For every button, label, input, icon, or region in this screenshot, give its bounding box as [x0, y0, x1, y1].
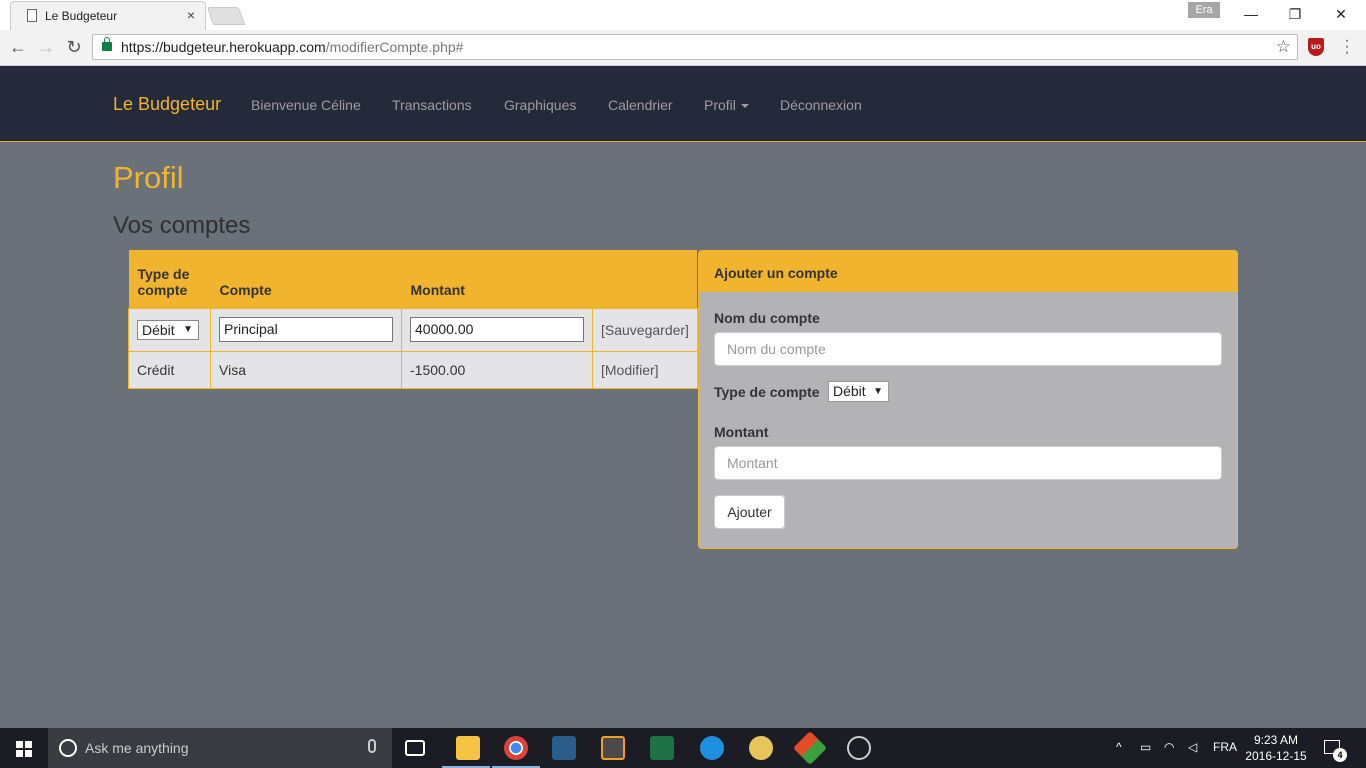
cell-name: Visa [210, 350, 402, 389]
paint-icon[interactable] [749, 736, 773, 760]
start-button[interactable] [0, 728, 48, 768]
account-name-field[interactable]: Nom du compte [714, 332, 1222, 366]
amount-label: Montant [714, 424, 769, 440]
cell-type: Débit ▼ [128, 307, 211, 352]
system-clock[interactable]: 9:23 AM 2016-12-15 [1244, 732, 1308, 764]
browser-tab[interactable]: Le Budgeteur × [10, 1, 206, 30]
chrome-icon[interactable] [504, 736, 528, 760]
amount-field[interactable]: Montant [714, 446, 1222, 480]
new-tab-button[interactable] [206, 7, 246, 25]
header-type: Type de compte [128, 250, 211, 308]
cell-action: [Modifier] [592, 350, 698, 389]
browser-toolbar: ← → ↻ https://budgeteur.herokuapp.com/mo… [0, 30, 1366, 66]
cell-action: [Sauvegarder] [592, 307, 698, 352]
git-icon[interactable] [793, 731, 827, 765]
new-account-type-select[interactable]: Débit ▼ [828, 381, 889, 402]
dropdown-arrow-icon: ▼ [183, 323, 193, 335]
restore-button[interactable]: ❐ [1272, 4, 1318, 26]
tab-close-icon[interactable]: × [187, 7, 195, 23]
browser-tab-bar: Le Budgeteur × Era — ❐ ✕ [0, 0, 1366, 30]
search-placeholder: Ask me anything [85, 740, 189, 756]
wifi-icon[interactable]: ◠ [1164, 740, 1174, 754]
profile-badge[interactable]: Era [1188, 2, 1220, 18]
back-arrow-icon[interactable]: ← [8, 38, 28, 56]
address-bar[interactable]: https://budgeteur.herokuapp.com/modifier… [92, 34, 1298, 60]
page-title: Profil [113, 160, 184, 195]
file-explorer-icon[interactable] [456, 736, 480, 760]
sublime-text-icon[interactable] [601, 736, 625, 760]
cell-name: Principal [210, 307, 402, 352]
cortana-search-box[interactable]: Ask me anything [48, 728, 392, 768]
type-label: Type de compte [714, 384, 820, 400]
lock-icon [102, 37, 112, 51]
clock-date: 2016-12-15 [1245, 749, 1307, 763]
clock-time: 9:23 AM [1253, 733, 1299, 747]
nav-welcome[interactable]: Bienvenue Céline [251, 97, 361, 113]
header-compte: Compte [210, 250, 402, 308]
battery-icon[interactable]: ▭ [1140, 740, 1151, 754]
edit-link[interactable]: [Modifier] [601, 362, 659, 378]
dropdown-arrow-icon: ▼ [873, 386, 883, 397]
panel-heading: Ajouter un compte [699, 251, 1237, 292]
site-navbar: Le Budgeteur Bienvenue Céline Transactio… [0, 66, 1366, 142]
ublock-extension-icon[interactable]: uo [1308, 38, 1324, 56]
cell-amount: 40000.00 [401, 307, 593, 352]
browser-menu-icon[interactable]: · · · [1342, 33, 1352, 61]
windows-taskbar: Ask me anything ^ ▭ ◠ ◁ FRA 9:23 AM 2016… [0, 728, 1366, 768]
accounts-table: Type de compte Compte Montant Débit ▼ Pri… [128, 250, 698, 389]
task-view-icon[interactable] [405, 740, 425, 756]
account-type-select[interactable]: Débit ▼ [137, 319, 199, 340]
mysql-workbench-icon[interactable] [552, 736, 576, 760]
account-name-input[interactable]: Principal [219, 317, 393, 342]
language-indicator[interactable]: FRA [1213, 740, 1237, 754]
notification-count-badge: 4 [1333, 748, 1347, 762]
cell-type: Crédit [128, 350, 211, 389]
microphone-icon[interactable] [368, 739, 376, 753]
obs-icon[interactable] [847, 736, 871, 760]
bookmark-star-icon[interactable]: ☆ [1276, 37, 1291, 57]
url-text: https://budgeteur.herokuapp.com/modifier… [121, 39, 464, 55]
add-account-panel: Ajouter un compte Nom du compte Nom du c… [698, 250, 1238, 549]
cell-amount: -1500.00 [401, 350, 593, 389]
tab-title: Le Budgeteur [45, 9, 118, 23]
name-label: Nom du compte [714, 310, 820, 326]
edge-icon[interactable] [700, 736, 724, 760]
caret-down-icon [740, 104, 749, 109]
chevron-up-icon[interactable]: ^ [1116, 740, 1122, 754]
nav-deconnexion[interactable]: Déconnexion [780, 97, 862, 113]
minimize-button[interactable]: — [1228, 4, 1274, 26]
volume-icon[interactable]: ◁ [1188, 740, 1197, 754]
brand-link[interactable]: Le Budgeteur [113, 94, 221, 115]
reload-icon[interactable]: ↻ [64, 38, 84, 56]
section-title: Vos comptes [113, 212, 251, 239]
nav-calendrier[interactable]: Calendrier [608, 97, 673, 113]
forward-arrow-icon[interactable]: → [36, 38, 56, 56]
excel-icon[interactable] [650, 736, 674, 760]
close-window-button[interactable]: ✕ [1318, 4, 1364, 26]
page-icon [27, 9, 37, 22]
nav-profil-dropdown[interactable]: Profil [704, 97, 749, 113]
account-amount-input[interactable]: 40000.00 [410, 317, 584, 342]
cortana-icon [59, 739, 77, 757]
header-action [592, 250, 698, 308]
save-link[interactable]: [Sauvegarder] [601, 322, 689, 338]
nav-graphiques[interactable]: Graphiques [504, 97, 576, 113]
windows-logo-icon [16, 741, 32, 757]
table-row: Débit ▼ Principal 40000.00 [Sauvegarder] [128, 307, 698, 352]
add-account-button[interactable]: Ajouter [714, 495, 785, 529]
nav-transactions[interactable]: Transactions [392, 97, 472, 113]
header-montant: Montant [401, 250, 593, 308]
table-row: Crédit Visa -1500.00 [Modifier] [128, 350, 698, 389]
